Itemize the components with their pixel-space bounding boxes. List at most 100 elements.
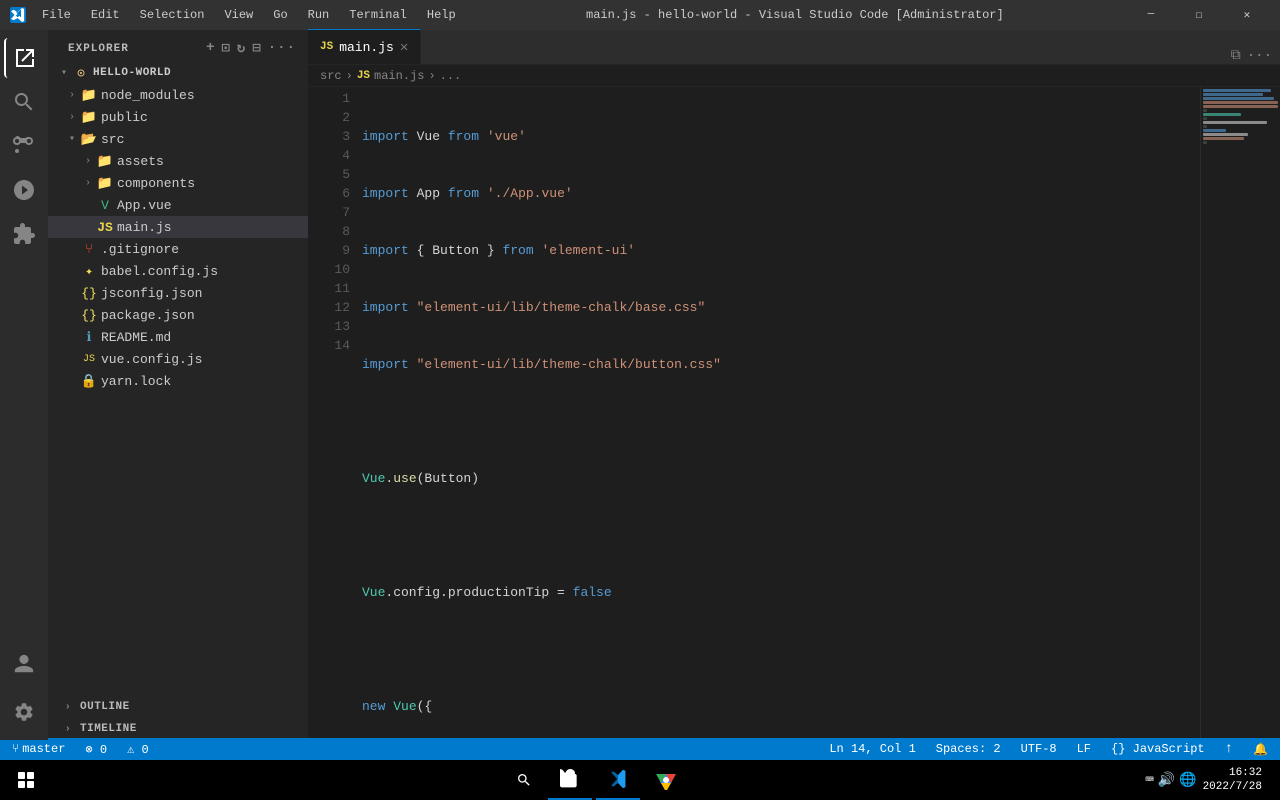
code-editor[interactable]: import Vue from 'vue' import App from '.… xyxy=(358,87,1200,740)
cursor-position[interactable]: Ln 14, Col 1 xyxy=(825,742,919,756)
collapse-all-button[interactable]: ⊟ xyxy=(252,40,261,57)
timeline-label: TIMELINE xyxy=(80,723,137,735)
activity-settings[interactable] xyxy=(4,692,44,732)
menu-bar[interactable]: File Edit Selection View Go Run Terminal… xyxy=(36,6,462,24)
tree-node-modules[interactable]: › 📁 node_modules xyxy=(48,84,308,106)
code-area[interactable]: 12345 678910 11121314 import Vue from 'v… xyxy=(308,87,1280,740)
tree-vue-config[interactable]: JS vue.config.js xyxy=(48,348,308,370)
taskbar-explorer-app[interactable] xyxy=(548,760,592,800)
minimize-button[interactable]: ─ xyxy=(1128,0,1174,30)
activity-account[interactable] xyxy=(4,644,44,684)
eol[interactable]: LF xyxy=(1073,742,1095,756)
format-button[interactable]: ↑ xyxy=(1221,741,1237,757)
errors-status[interactable]: ⊗ 0 xyxy=(81,742,111,757)
sidebar-bottom: › OUTLINE › TIMELINE xyxy=(48,696,308,740)
outline-section[interactable]: › OUTLINE xyxy=(48,696,308,718)
tree-root-folder[interactable]: ▾ ⊙ HELLO-WORLD xyxy=(48,62,308,84)
refresh-button[interactable]: ↻ xyxy=(237,40,246,57)
window-controls[interactable]: ─ ☐ ✕ xyxy=(1128,0,1270,30)
spaces-setting[interactable]: Spaces: 2 xyxy=(932,742,1005,756)
tree-src[interactable]: ▾ 📂 src xyxy=(48,128,308,150)
maximize-button[interactable]: ☐ xyxy=(1176,0,1222,30)
menu-view[interactable]: View xyxy=(218,6,259,24)
activity-explorer[interactable] xyxy=(4,38,44,78)
code-line-5: import "element-ui/lib/theme-chalk/butto… xyxy=(362,355,1200,374)
bell-button[interactable]: 🔔 xyxy=(1249,742,1272,757)
taskbar-center xyxy=(504,760,688,800)
tree-assets[interactable]: › 📁 assets xyxy=(48,150,308,172)
sidebar: EXPLORER + ⊡ ↻ ⊟ ··· ▾ ⊙ HELLO-WORLD › 📁… xyxy=(48,30,308,740)
folder-icon: 📁 xyxy=(96,154,114,169)
babel-config-label: babel.config.js xyxy=(101,264,218,279)
new-file-button[interactable]: + xyxy=(206,40,215,57)
close-button[interactable]: ✕ xyxy=(1224,0,1270,30)
tab-main-js[interactable]: JS main.js ✕ xyxy=(308,29,421,64)
more-actions-button[interactable]: ··· xyxy=(268,40,296,57)
outline-label: OUTLINE xyxy=(80,701,130,713)
branch-name: master xyxy=(22,742,65,756)
activity-extensions[interactable] xyxy=(4,214,44,254)
taskbar-search-button[interactable] xyxy=(504,760,544,800)
tree-main-js[interactable]: JS main.js xyxy=(48,216,308,238)
window-title: main.js - hello-world - Visual Studio Co… xyxy=(586,8,1004,22)
menu-edit[interactable]: Edit xyxy=(85,6,126,24)
git-icon: ⑂ xyxy=(12,742,19,756)
tree-public[interactable]: › 📁 public xyxy=(48,106,308,128)
activity-search[interactable] xyxy=(4,82,44,122)
taskbar-left xyxy=(6,760,46,800)
tab-close-button[interactable]: ✕ xyxy=(400,39,408,56)
show-desktop-button[interactable] xyxy=(1268,760,1274,800)
yarn-icon: 🔒 xyxy=(80,374,98,389)
taskbar-chrome-app[interactable] xyxy=(644,760,688,800)
sidebar-header: EXPLORER + ⊡ ↻ ⊟ ··· xyxy=(48,30,308,62)
gitignore-label: .gitignore xyxy=(101,242,179,257)
language-mode[interactable]: {} JavaScript xyxy=(1107,742,1209,756)
tree-readme[interactable]: ℹ README.md xyxy=(48,326,308,348)
chevron-down-icon: ▾ xyxy=(56,67,72,79)
tab-bar: JS main.js ✕ ⧉ ··· xyxy=(308,30,1280,65)
title-bar: File Edit Selection View Go Run Terminal… xyxy=(0,0,1280,30)
new-folder-button[interactable]: ⊡ xyxy=(221,40,230,57)
menu-file[interactable]: File xyxy=(36,6,77,24)
tree-babel-config[interactable]: ✦ babel.config.js xyxy=(48,260,308,282)
tree-gitignore[interactable]: ⑂ .gitignore xyxy=(48,238,308,260)
assets-label: assets xyxy=(117,154,164,169)
line-numbers: 12345 678910 11121314 xyxy=(308,87,358,740)
clock[interactable]: 16:32 2022/7/28 xyxy=(1203,766,1262,794)
menu-go[interactable]: Go xyxy=(267,6,293,24)
more-tabs-button[interactable]: ··· xyxy=(1247,48,1272,64)
warnings-status[interactable]: ⚠ 0 xyxy=(123,742,153,757)
menu-help[interactable]: Help xyxy=(421,6,462,24)
breadcrumb-filename[interactable]: main.js xyxy=(374,69,424,83)
vue-icon: V xyxy=(96,198,114,213)
json-icon: {} xyxy=(80,308,98,323)
folder-icon: ⊙ xyxy=(72,66,90,81)
json-icon: {} xyxy=(80,286,98,301)
menu-run[interactable]: Run xyxy=(302,6,336,24)
main-js-label: main.js xyxy=(117,220,172,235)
breadcrumb-ellipsis[interactable]: ... xyxy=(440,69,462,83)
tree-yarn-lock[interactable]: 🔒 yarn.lock xyxy=(48,370,308,392)
tree-app-vue[interactable]: V App.vue xyxy=(48,194,308,216)
activity-bar xyxy=(0,30,48,740)
menu-selection[interactable]: Selection xyxy=(134,6,211,24)
timeline-section[interactable]: › TIMELINE xyxy=(48,718,308,740)
taskbar-vscode-app[interactable] xyxy=(596,760,640,800)
breadcrumb-src[interactable]: src xyxy=(320,69,342,83)
breadcrumb-sep-2: › xyxy=(428,69,435,83)
encoding[interactable]: UTF-8 xyxy=(1017,742,1061,756)
breadcrumb-filename-icon: JS xyxy=(357,70,370,82)
start-button[interactable] xyxy=(6,760,46,800)
tree-jsconfig[interactable]: {} jsconfig.json xyxy=(48,282,308,304)
split-editor-button[interactable]: ⧉ xyxy=(1231,48,1241,64)
activity-source-control[interactable] xyxy=(4,126,44,166)
activity-run[interactable] xyxy=(4,170,44,210)
root-folder-label: HELLO-WORLD xyxy=(93,67,171,79)
speaker-icon: 🔊 xyxy=(1158,772,1175,789)
tree-package-json[interactable]: {} package.json xyxy=(48,304,308,326)
git-branch-status[interactable]: ⑂ master xyxy=(8,742,69,756)
notification-area: ⌨ 🔊 🌐 xyxy=(1145,772,1196,789)
tree-components[interactable]: › 📁 components xyxy=(48,172,308,194)
folder-icon: 📁 xyxy=(80,110,98,125)
menu-terminal[interactable]: Terminal xyxy=(343,6,413,24)
